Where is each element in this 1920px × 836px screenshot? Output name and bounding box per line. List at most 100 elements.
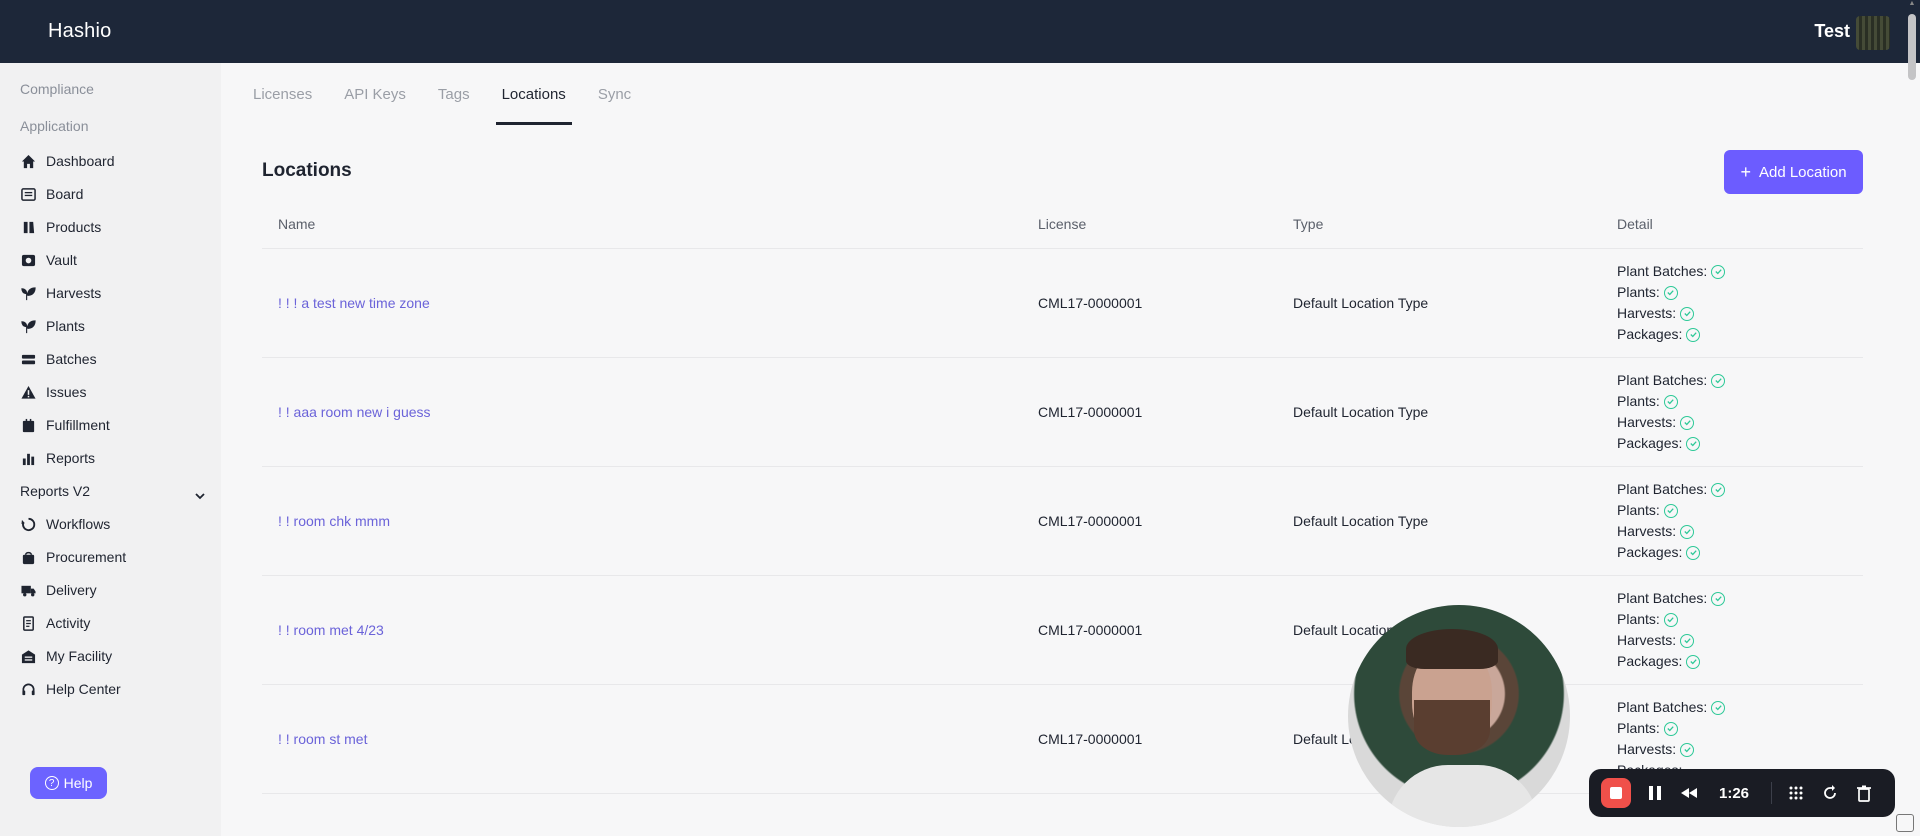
webcam-hair [1406,629,1498,669]
column-header-name[interactable]: Name [278,213,315,235]
sidebar-item-dashboard[interactable]: Dashboard [20,150,115,172]
sidebar-item-label: Plants [46,318,85,334]
sidebar-item-activity[interactable]: Activity [20,612,90,634]
check-circle-icon [1663,394,1678,409]
detail-label: Plants: [1617,284,1660,300]
sidebar-item-label: Dashboard [46,153,115,169]
main-content: Licenses API Keys Tags Locations Sync Lo… [221,63,1901,836]
warning-icon [20,384,37,401]
tab-api-keys[interactable]: API Keys [344,63,406,125]
sidebar-item-reports[interactable]: Reports [20,447,95,469]
sidebar-item-products[interactable]: Products [20,216,101,238]
add-location-button[interactable]: + Add Location [1724,150,1863,194]
sidebar-item-harvests[interactable]: Harvests [20,282,101,304]
check-circle-icon [1711,700,1726,715]
trash-icon[interactable] [1854,783,1874,803]
grid-icon[interactable] [1786,783,1806,803]
location-type: Default Location Type [1293,295,1429,311]
sidebar-item-procurement[interactable]: Procurement [20,546,126,568]
table-row: ! ! room chk mmm CML17-0000001 Default L… [262,467,1863,576]
restart-icon[interactable] [1820,783,1840,803]
check-circle-icon [1663,721,1678,736]
tab-locations[interactable]: Locations [495,63,573,125]
sidebar-item-issues[interactable]: Issues [20,381,86,403]
sidebar-item-label: Products [46,219,102,235]
resize-corner-icon[interactable] [1896,814,1914,832]
stop-icon [1610,787,1622,799]
top-bar: Hashio Test [0,0,1920,63]
sidebar-item-label: Activity [46,615,91,631]
check-circle-icon [1686,545,1701,560]
check-circle-icon [1686,436,1701,451]
sidebar-item-fulfillment[interactable]: Fulfillment [20,414,110,436]
activity-icon [20,615,37,632]
sidebar-item-reports-v2[interactable]: Reports V2 [20,480,90,502]
sidebar-item-label: Issues [46,384,87,400]
home-icon [20,153,37,170]
sidebar-item-workflows[interactable]: Workflows [20,513,110,535]
page-scrollbar[interactable] [1908,14,1916,80]
tab-sync[interactable]: Sync [598,63,631,125]
check-circle-icon [1663,503,1678,518]
detail-label: Packages: [1617,544,1683,560]
sidebar-section-application[interactable]: Application [20,118,89,134]
check-circle-icon [1663,612,1678,627]
table-header: Name License Type Detail [262,213,1863,249]
sidebar-item-board[interactable]: Board [20,183,83,205]
check-circle-icon [1711,264,1726,279]
sidebar-item-label: Board [46,186,84,202]
sidebar-item-label: Delivery [46,582,97,598]
chevron-down-icon[interactable] [193,489,207,503]
workflows-icon [20,516,37,533]
harvests-icon [20,285,37,302]
sidebar-item-vault[interactable]: Vault [20,249,77,271]
location-license: CML17-0000001 [1038,295,1143,311]
webcam-bubble[interactable] [1348,605,1570,827]
detail-label: Plants: [1617,720,1660,736]
table-row: ! ! room met 4/23 CML17-0000001 Default … [262,576,1863,685]
detail-label: Plant Batches: [1617,699,1708,715]
vault-icon [20,252,37,269]
sidebar-item-my-facility[interactable]: My Facility [20,645,112,667]
recorder-toolbar: 1:26 [1589,769,1895,817]
user-avatar[interactable] [1856,16,1890,50]
delivery-icon [20,582,37,599]
plants-icon [20,318,37,335]
detail-label: Harvests: [1617,414,1677,430]
sidebar-item-batches[interactable]: Batches [20,348,97,370]
location-name-link[interactable]: ! ! room st met [278,685,367,793]
location-name-link[interactable]: ! ! room chk mmm [278,467,390,575]
webcam-shirt [1388,765,1538,827]
sidebar-item-label: Procurement [46,549,127,565]
help-button[interactable]: ? Help [30,767,107,799]
pause-icon[interactable] [1645,783,1665,803]
stop-recording-button[interactable] [1601,778,1631,808]
detail-label: Plants: [1617,502,1660,518]
check-circle-icon [1711,482,1726,497]
tab-tags[interactable]: Tags [438,63,470,125]
sidebar-item-plants[interactable]: Plants [20,315,85,337]
column-header-type[interactable]: Type [1293,213,1323,235]
sidebar-section-compliance[interactable]: Compliance [20,81,94,97]
sidebar-item-help-center[interactable]: Help Center [20,678,121,700]
location-name-link[interactable]: ! ! aaa room new i guess [278,358,431,466]
sidebar-item-delivery[interactable]: Delivery [20,579,97,601]
column-header-license[interactable]: License [1038,213,1086,235]
locations-table: ! ! ! a test new time zone CML17-0000001… [262,249,1863,794]
scroll-up-arrow[interactable]: ▲ [1908,0,1916,12]
brand-logo[interactable]: Hashio [48,20,111,43]
tab-licenses[interactable]: Licenses [253,63,312,125]
toolbar-divider [1771,782,1772,804]
user-name[interactable]: Test [1814,21,1850,42]
rewind-icon[interactable] [1679,783,1699,803]
location-license: CML17-0000001 [1038,622,1143,638]
detail-label: Harvests: [1617,632,1677,648]
location-name-link[interactable]: ! ! ! a test new time zone [278,249,430,357]
location-name-link[interactable]: ! ! room met 4/23 [278,576,384,684]
page-title: Locations [262,160,352,181]
detail-label: Packages: [1617,435,1683,451]
help-button-label: Help [63,775,93,791]
sidebar-item-label: Batches [46,351,97,367]
procurement-icon [20,549,37,566]
board-icon [20,186,37,203]
